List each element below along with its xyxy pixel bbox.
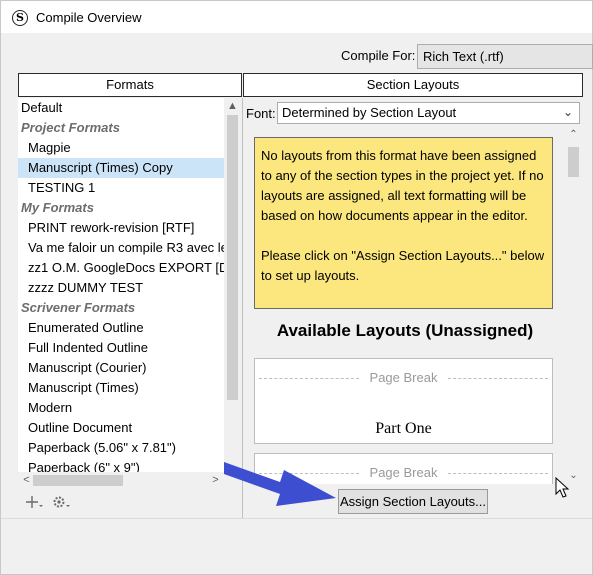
compile-for-label: Compile For:: [341, 48, 416, 63]
available-layouts-title: Available Layouts (Unassigned): [276, 321, 534, 340]
format-list-item[interactable]: Paperback (5.06" x 7.81"): [18, 438, 224, 458]
page-break-indicator: Page Break: [259, 369, 548, 387]
add-format-icon[interactable]: [26, 496, 43, 508]
bottom-separator: [1, 518, 592, 519]
format-group-header: Scrivener Formats: [21, 300, 136, 315]
section-layouts-pane: No layouts from this format have been as…: [245, 126, 565, 484]
format-list-item[interactable]: Outline Document: [18, 418, 224, 438]
note-paragraph-2: Please click on "Assign Section Layouts.…: [261, 248, 545, 283]
layouts-scroll-thumb[interactable]: [568, 147, 579, 177]
compile-for-select[interactable]: Rich Text (.rtf): [417, 44, 593, 69]
layouts-vertical-scrollbar[interactable]: ⌃ ⌄: [565, 126, 582, 484]
section-layouts-header[interactable]: Section Layouts: [243, 73, 583, 97]
scroll-up-icon[interactable]: ▲: [224, 98, 241, 115]
format-list-item[interactable]: Enumerated Outline: [18, 318, 224, 338]
layout-card-part-one[interactable]: Page Break Part One: [254, 358, 553, 444]
gear-icon[interactable]: [53, 496, 71, 508]
note-paragraph-1: No layouts from this format have been as…: [261, 148, 544, 223]
font-select-value: Determined by Section Layout: [282, 105, 457, 120]
format-list-item[interactable]: Magpie: [18, 138, 224, 158]
format-list-item[interactable]: Manuscript (Times): [18, 378, 224, 398]
formats-hscroll-thumb[interactable]: [33, 475, 123, 486]
format-group-header: My Formats: [21, 200, 94, 215]
layout-title: Part One: [375, 420, 432, 437]
formats-header[interactable]: Formats: [18, 73, 242, 97]
format-actions: [25, 494, 75, 513]
format-list-item[interactable]: zzzz DUMMY TEST: [18, 278, 224, 298]
window-title: Compile Overview: [36, 10, 142, 25]
format-list-item[interactable]: zz1 O.M. GoogleDocs EXPORT [DO: [18, 258, 224, 278]
format-list-item[interactable]: Default: [18, 98, 224, 118]
unassigned-note: No layouts from this format have been as…: [254, 137, 553, 309]
font-select[interactable]: Determined by Section Layout ⌄: [277, 102, 580, 124]
page-break-label: Page Break: [369, 465, 438, 480]
format-list-item[interactable]: Paperback (6" x 9"): [18, 458, 224, 473]
format-list-item[interactable]: Modern: [18, 398, 224, 418]
format-list-item[interactable]: TESTING 1: [18, 178, 224, 198]
format-list-item[interactable]: Manuscript (Times) Copy: [18, 158, 224, 178]
format-list-item[interactable]: Full Indented Outline: [18, 338, 224, 358]
format-list-item[interactable]: PRINT rework-revision [RTF]: [18, 218, 224, 238]
scrivener-app-icon: S: [12, 10, 28, 26]
title-bar: S Compile Overview: [1, 1, 592, 33]
chevron-down-icon: ⌄: [562, 105, 573, 119]
annotation-arrow-icon: [224, 462, 336, 506]
format-list-item[interactable]: Va me faloir un compile R3 avec le s: [18, 238, 224, 258]
scroll-up-icon[interactable]: ⌃: [565, 126, 582, 143]
font-label: Font:: [246, 106, 276, 121]
mouse-cursor-icon: [555, 477, 570, 498]
format-group-header: Project Formats: [21, 120, 120, 135]
assign-section-layouts-button[interactable]: Assign Section Layouts...: [338, 489, 488, 514]
formats-scroll-thumb[interactable]: [227, 115, 238, 400]
formats-list: Default Project Formats Magpie Manuscript (…: [18, 98, 224, 473]
page-break-label: Page Break: [369, 370, 438, 385]
format-list-item[interactable]: Manuscript (Courier): [18, 358, 224, 378]
